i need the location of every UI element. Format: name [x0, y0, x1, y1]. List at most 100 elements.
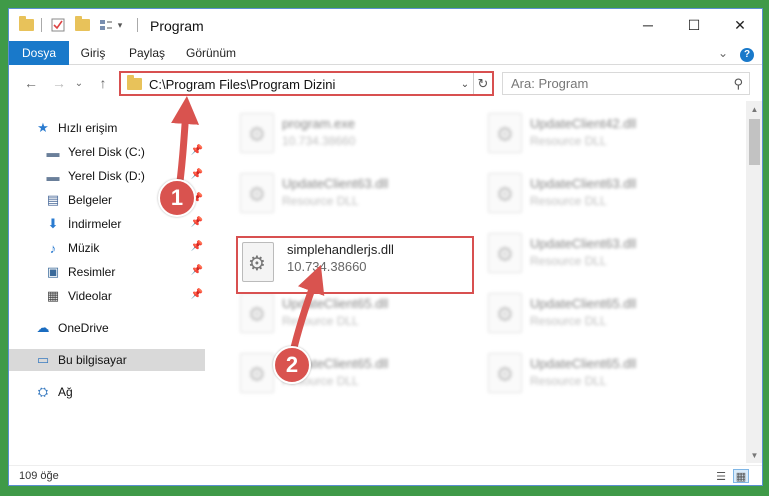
sidebar-item[interactable]: ▬ Yerel Disk (C:) 📌: [9, 141, 205, 163]
address-dropdown-icon[interactable]: ⌄: [458, 76, 472, 92]
sidebar-item-label: Müzik: [68, 241, 100, 255]
file-item[interactable]: UpdateClient65.dllResource DLL: [234, 347, 474, 403]
large-icons-view-icon[interactable]: ▦: [733, 469, 749, 483]
callout-badge-2: 2: [273, 346, 311, 384]
file-description: Resource DLL: [530, 194, 607, 208]
drive-icon: ▬: [46, 144, 60, 160]
file-description: Resource DLL: [530, 254, 607, 268]
pin-icon[interactable]: 📌: [191, 289, 203, 300]
file-description: Resource DLL: [282, 314, 359, 328]
details-view-icon[interactable]: ☰: [713, 469, 729, 483]
file-name: UpdateClient42.dll: [530, 116, 637, 131]
dll-file-icon: [488, 233, 522, 273]
back-icon[interactable]: ←: [21, 73, 41, 93]
cloud-icon: ☁: [36, 320, 50, 335]
recent-locations-icon[interactable]: ⌄: [73, 73, 85, 93]
pin-icon[interactable]: 📌: [191, 169, 203, 180]
title-bar: ▾ Program ─ ☐ ✕: [9, 9, 762, 41]
dll-file-icon: [240, 173, 274, 213]
scroll-up-icon[interactable]: ▲: [746, 101, 762, 117]
new-folder-icon[interactable]: [73, 16, 91, 33]
file-version: 10.734.38660: [287, 259, 367, 274]
sidebar-item[interactable]: ▭ Bu bilgisayar: [9, 349, 205, 371]
tab-file[interactable]: Dosya: [9, 41, 69, 65]
computer-icon: ▭: [36, 352, 50, 367]
status-bar: 109 öğe ☰ ▦: [9, 465, 762, 485]
file-item[interactable]: UpdateClient42.dll Resource DLL: [482, 107, 722, 163]
file-item[interactable]: UpdateClient63.dll Resource DLL: [482, 167, 722, 223]
up-icon[interactable]: ↑: [93, 73, 113, 93]
help-glyph: ?: [740, 48, 754, 62]
ribbon-expand-icon[interactable]: ⌄: [715, 41, 731, 65]
dll-file-icon: [240, 353, 274, 393]
sidebar-item[interactable]: ★ Hızlı erişim: [9, 117, 205, 139]
callout-badge-1: 1: [158, 179, 196, 217]
tab-share[interactable]: Paylaş: [125, 41, 169, 65]
properties-icon[interactable]: [49, 17, 67, 33]
scroll-thumb[interactable]: [749, 119, 760, 165]
separator: [137, 18, 138, 32]
sidebar-item[interactable]: ♪ Müzik 📌: [9, 237, 205, 259]
navigation-bar: ← → ⌄ ↑ C:\Program Files\Program Dizini …: [9, 69, 762, 97]
forward-icon[interactable]: →: [49, 73, 69, 93]
highlighted-file[interactable]: simplehandlerjs.dll 10.734.38660: [236, 236, 474, 294]
sidebar-item[interactable]: ▦ Videolar 📌: [9, 285, 205, 307]
download-icon: ⬇: [47, 216, 59, 231]
dll-file-icon: [488, 113, 522, 153]
address-bar[interactable]: C:\Program Files\Program Dizini ⌄ ↻: [119, 71, 494, 96]
music-icon: ♪: [49, 240, 57, 256]
file-name: UpdateClient65.dll: [282, 296, 389, 311]
file-item[interactable]: UpdateClient63.dll Resource DLL: [482, 227, 722, 283]
maximize-button[interactable]: ☐: [671, 9, 717, 41]
file-name: program.exe: [282, 116, 355, 131]
customize-toolbar-icon[interactable]: ▾: [115, 17, 125, 33]
dll-file-icon: [488, 293, 522, 333]
file-item[interactable]: UpdateClient65.dll Resource DLL: [234, 287, 474, 343]
file-item[interactable]: UpdateClient63.dll Resource DLL: [234, 167, 474, 223]
exe-file-icon: [240, 113, 274, 153]
search-input[interactable]: [511, 73, 721, 93]
minimize-button[interactable]: ─: [625, 9, 671, 41]
close-button[interactable]: ✕: [717, 9, 762, 41]
help-icon[interactable]: ?: [739, 41, 755, 65]
file-item[interactable]: UpdateClient65.dllResource DLL: [482, 287, 722, 343]
tab-home[interactable]: Giriş: [73, 41, 113, 65]
vertical-scrollbar[interactable]: ▲ ▼: [746, 101, 762, 463]
file-item[interactable]: program.exe 10.734.38660: [234, 107, 474, 163]
file-description: Resource DLL: [530, 374, 607, 388]
pin-icon[interactable]: 📌: [191, 217, 203, 228]
file-name: UpdateClient63.dll: [282, 176, 389, 191]
dll-file-icon: [242, 242, 274, 282]
documents-icon: ▤: [46, 192, 60, 207]
file-name: UpdateClient63.dll: [530, 236, 637, 251]
sidebar-item[interactable]: ⛭ Ağ: [9, 381, 205, 403]
search-box[interactable]: ⚲: [502, 72, 750, 95]
search-icon[interactable]: ⚲: [733, 76, 743, 92]
file-name: UpdateClient63.dll: [530, 176, 637, 191]
file-item[interactable]: UpdateClient65.dllResource DLL: [482, 347, 722, 403]
sidebar-item-label: Belgeler: [68, 193, 113, 207]
sidebar-item-label: Videolar: [68, 289, 112, 303]
sidebar-item[interactable]: ▣ Resimler 📌: [9, 261, 205, 283]
window-title: Program: [150, 18, 204, 34]
sidebar-item[interactable]: ☁ OneDrive: [9, 317, 205, 339]
view-options-icon[interactable]: [97, 17, 115, 33]
tab-view[interactable]: Görünüm: [181, 41, 241, 65]
star-icon: ★: [37, 120, 49, 135]
dll-file-icon: [488, 173, 522, 213]
sidebar-item-label: Hızlı erişim: [58, 121, 118, 135]
sidebar-item-label: Yerel Disk (D:): [68, 169, 145, 183]
refresh-icon[interactable]: ↻: [473, 73, 492, 94]
file-description: 10.734.38660: [282, 134, 356, 148]
ribbon-tabs: Dosya Giriş Paylaş Görünüm ⌄ ?: [9, 41, 762, 65]
file-description: Resource DLL: [282, 194, 359, 208]
scroll-down-icon[interactable]: ▼: [746, 447, 762, 463]
separator: [41, 18, 42, 32]
pin-icon[interactable]: 📌: [191, 145, 203, 156]
pin-icon[interactable]: 📌: [191, 265, 203, 276]
file-name: simplehandlerjs.dll: [287, 242, 394, 257]
folder-icon: [127, 75, 142, 90]
network-icon: ⛭: [37, 384, 49, 399]
pin-icon[interactable]: 📌: [191, 241, 203, 252]
navigation-pane: ★ Hızlı erişim ▬ Yerel Disk (C:) 📌 ▬ Yerel Dis…: [9, 103, 209, 463]
